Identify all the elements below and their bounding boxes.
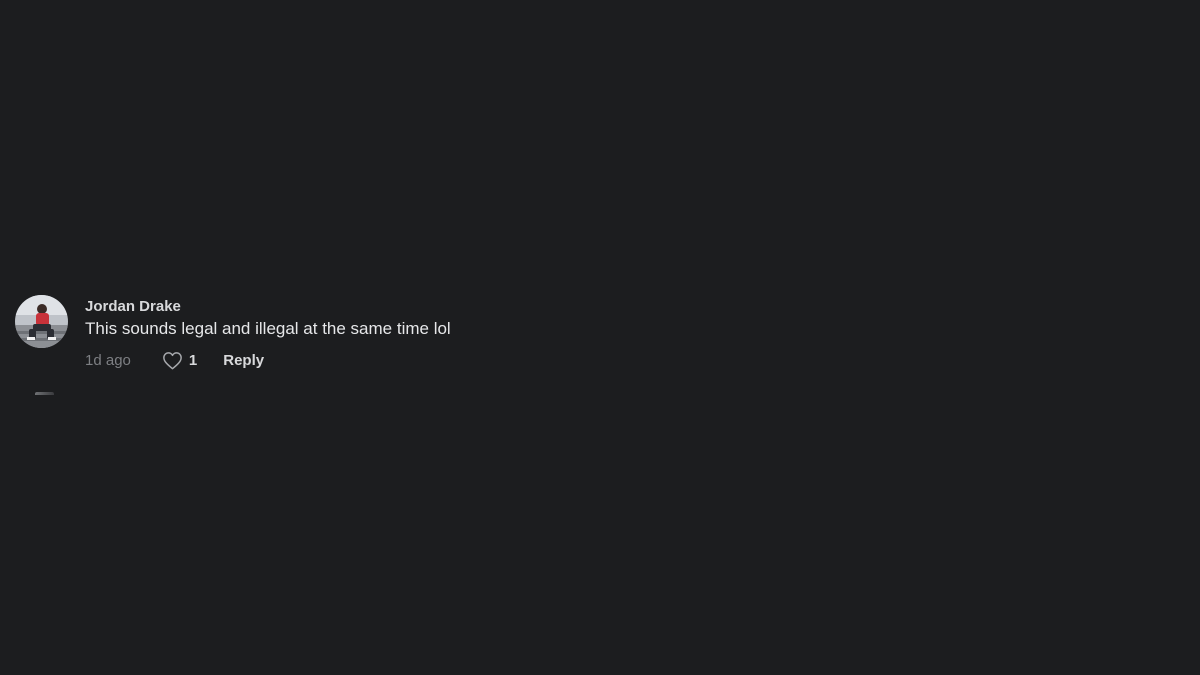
heart-icon bbox=[163, 351, 182, 369]
comment-timestamp: 1d ago bbox=[85, 351, 131, 369]
user-avatar[interactable] bbox=[15, 295, 68, 348]
like-button[interactable]: 1 bbox=[162, 351, 197, 370]
reply-button[interactable]: Reply bbox=[223, 352, 264, 369]
comment-meta: 1d ago 1 Reply bbox=[85, 350, 264, 370]
like-count: 1 bbox=[188, 351, 198, 369]
comment-text: This sounds legal and illegal at the sam… bbox=[85, 319, 451, 338]
comment-author[interactable]: Jordan Drake bbox=[85, 298, 181, 315]
next-comment-avatar-edge bbox=[35, 392, 54, 395]
avatar-photo-icon bbox=[15, 295, 68, 348]
